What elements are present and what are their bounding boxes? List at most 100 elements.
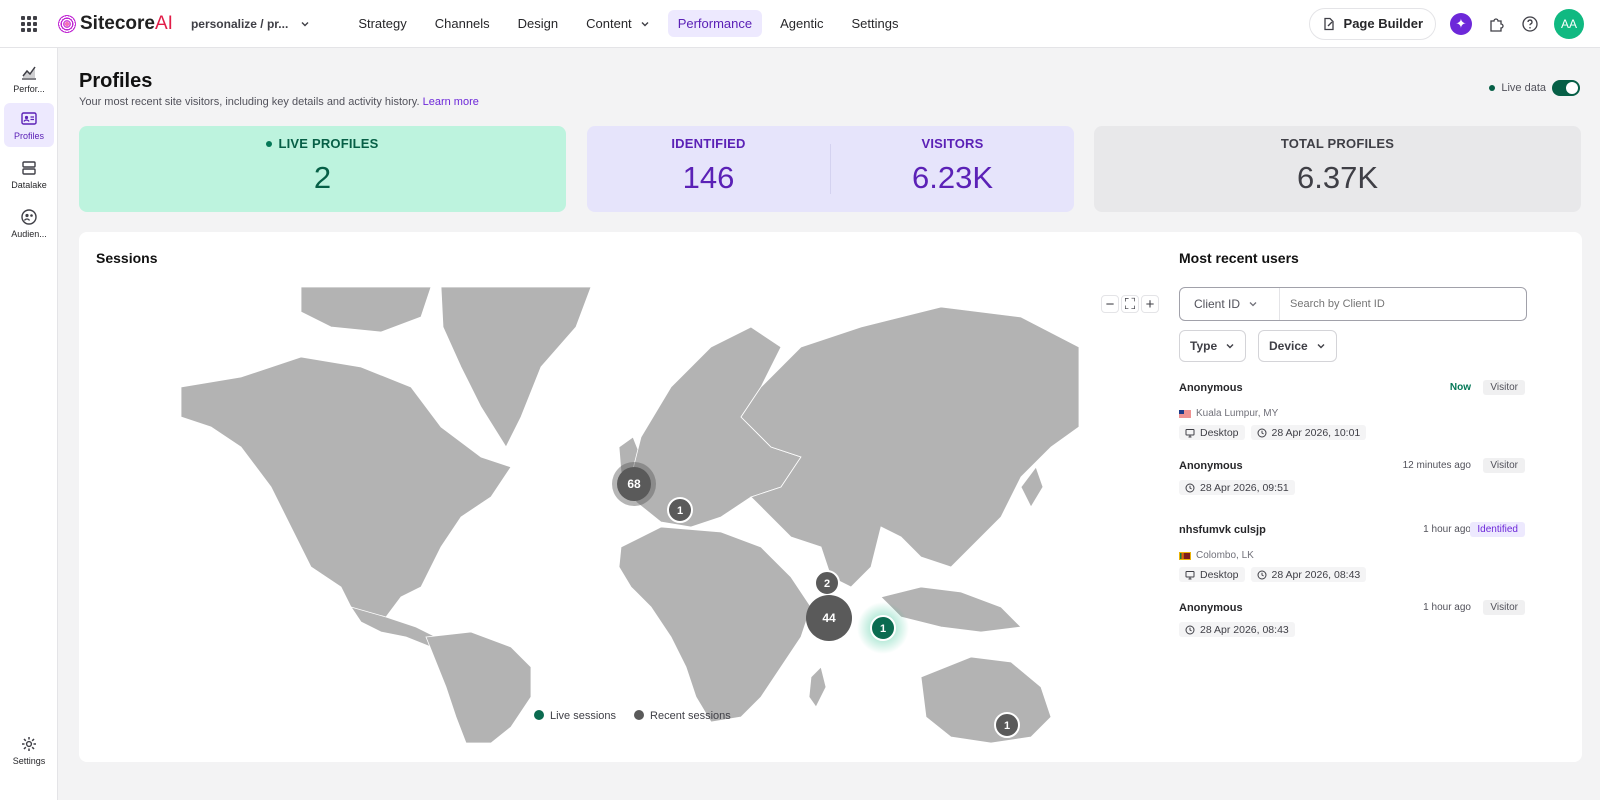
live-data-toggle[interactable] (1552, 80, 1580, 96)
nav-channels[interactable]: Channels (425, 10, 500, 37)
nav-agentic[interactable]: Agentic (770, 10, 833, 37)
nav-content[interactable]: Content (576, 10, 660, 37)
user-meta: 28 Apr 2026, 08:43 (1179, 622, 1295, 637)
live-profiles-label: LIVE PROFILES (79, 136, 566, 151)
zoom-out-button[interactable]: − (1101, 295, 1119, 313)
legend-live: Live sessions (534, 710, 616, 722)
page-subtitle-text: Your most recent site visitors, includin… (79, 96, 420, 108)
app-switcher-button[interactable] (0, 15, 58, 32)
madagascar (808, 666, 827, 708)
sidebar-item-label: Datalake (11, 179, 47, 190)
client-id-search-input[interactable] (1280, 298, 1526, 310)
user-name: Anonymous (1179, 382, 1243, 394)
recent-session-swatch (634, 710, 645, 720)
sidebar-item-profiles[interactable]: Profiles (4, 103, 54, 147)
cluster-44[interactable]: 44 (806, 595, 852, 641)
search-field-select[interactable]: Client ID (1180, 288, 1280, 320)
sessions-title: Sessions (96, 250, 158, 266)
sitecore-logo-icon (58, 14, 76, 33)
device-chip-text: Desktop (1200, 568, 1239, 581)
cluster-1-australia[interactable]: 1 (994, 712, 1020, 738)
avatar[interactable]: AA (1554, 8, 1584, 39)
ai-assistant-icon[interactable]: ✦ (1450, 12, 1472, 35)
arctic-islands (300, 287, 432, 333)
status-badge: Identified (1470, 522, 1525, 537)
map-legend: Live sessions Recent sessions (534, 710, 731, 722)
user-last-seen: 1 hour ago (1423, 524, 1471, 535)
sidebar-item-label: Settings (12, 755, 46, 766)
nav-performance[interactable]: Performance (667, 10, 763, 37)
date-chip: 28 Apr 2026, 08:43 (1179, 622, 1295, 637)
total-profiles-card: TOTAL PROFILES 6.37K (1094, 126, 1581, 212)
user-location-text: Kuala Lumpur, MY (1196, 408, 1279, 419)
page-builder-button[interactable]: Page Builder (1308, 7, 1436, 40)
nav-content-label: Content (586, 16, 632, 31)
status-badge: Visitor (1483, 458, 1525, 473)
type-filter-label: Type (1190, 339, 1218, 353)
cluster-1-australia-label: 1 (1004, 720, 1010, 732)
cluster-1-europe[interactable]: 1 (667, 497, 693, 523)
user-last-seen: 12 minutes ago (1402, 460, 1471, 471)
clock-icon (1185, 483, 1195, 492)
date-chip-text: 28 Apr 2026, 10:01 (1271, 426, 1361, 439)
brand-name: Sitecore (80, 12, 155, 34)
live-profiles-label-text: LIVE PROFILES (278, 136, 379, 151)
brand-logo[interactable]: SitecoreAI (58, 13, 173, 35)
nav-settings[interactable]: Settings (841, 10, 908, 37)
world-map[interactable]: 68 1 2 44 1 1 (181, 287, 1079, 743)
help-icon[interactable] (1520, 14, 1540, 34)
legend-recent-label: Recent sessions (650, 710, 731, 722)
fullscreen-icon[interactable]: ⛶ (1121, 295, 1139, 313)
live-data-label: Live data (1501, 82, 1546, 94)
africa (618, 526, 812, 723)
live-dot-icon (266, 140, 273, 147)
chart-icon (22, 66, 36, 80)
clock-icon (1257, 570, 1267, 579)
total-profiles-label: TOTAL PROFILES (1280, 136, 1395, 151)
sidebar-item-settings[interactable]: Settings (4, 728, 54, 772)
user-meta: Desktop 28 Apr 2026, 08:43 (1179, 567, 1367, 582)
land-masses (181, 287, 1079, 743)
puzzle-icon[interactable] (1486, 14, 1506, 34)
main-content: Profiles Your most recent site visitors,… (58, 48, 1600, 800)
cluster-1-europe-label: 1 (677, 505, 683, 517)
user-last-seen: Now (1449, 382, 1471, 393)
cluster-68[interactable]: 68 (612, 462, 656, 506)
nav-design[interactable]: Design (508, 10, 568, 37)
user-name: Anonymous (1179, 602, 1243, 614)
chevron-down-icon (301, 21, 309, 26)
grid-icon (21, 15, 37, 32)
chevron-down-icon (641, 21, 649, 26)
chevron-down-icon (1249, 302, 1257, 307)
live-profiles-value: 2 (313, 160, 332, 195)
sidebar-item-label: Perfor... (13, 83, 45, 94)
status-badge: Visitor (1483, 600, 1525, 615)
clock-icon (1185, 625, 1195, 634)
nav-strategy[interactable]: Strategy (348, 10, 416, 37)
client-search: Client ID (1179, 287, 1527, 321)
user-name: Anonymous (1179, 460, 1243, 472)
zoom-in-button[interactable]: + (1141, 295, 1159, 313)
device-chip: Desktop (1179, 567, 1245, 582)
chevron-down-icon (1226, 344, 1234, 349)
sidebar-item-audiences[interactable]: Audien... (4, 201, 54, 245)
monitor-icon (1185, 428, 1195, 437)
clock-icon (1257, 428, 1267, 437)
cluster-1-live-label: 1 (880, 623, 886, 635)
sidebar-item-datalake[interactable]: Datalake (4, 152, 54, 196)
sidebar-item-performance[interactable]: Perfor... (4, 56, 54, 100)
cluster-1-live[interactable]: 1 (857, 602, 909, 654)
visitors-value: 6.23K (911, 160, 993, 195)
date-chip-text: 28 Apr 2026, 09:51 (1200, 481, 1289, 494)
project-selector[interactable]: personalize / pr... (191, 17, 310, 31)
live-indicator-icon (1489, 85, 1496, 91)
cluster-2[interactable]: 2 (814, 570, 840, 596)
sidebar: Perfor... Profiles Datalake Audien... Se… (0, 48, 58, 800)
date-chip: 28 Apr 2026, 08:43 (1250, 567, 1367, 582)
learn-more-link[interactable]: Learn more (423, 96, 479, 108)
sri-lanka-flag-icon (1179, 551, 1191, 560)
device-filter[interactable]: Device (1258, 330, 1337, 362)
audience-icon (21, 208, 37, 225)
map-controls: − ⛶ + (1101, 295, 1159, 313)
type-filter[interactable]: Type (1179, 330, 1247, 362)
